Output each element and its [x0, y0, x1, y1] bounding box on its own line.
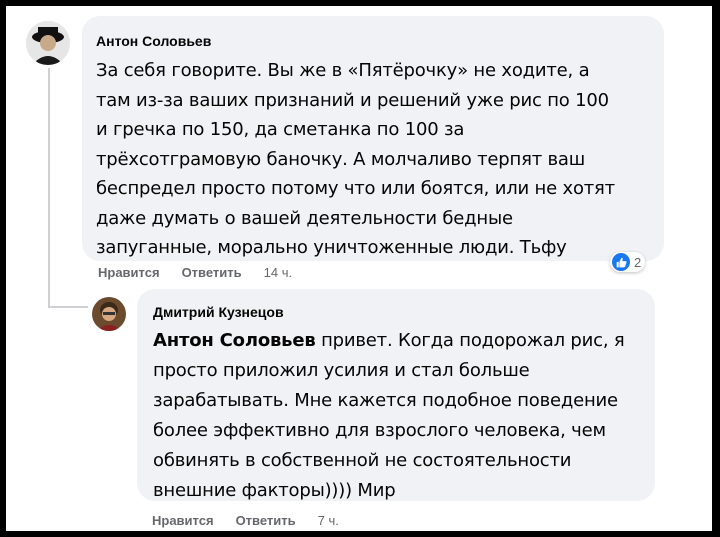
comment-line-rest: привет. Когда подорожал рис, я: [315, 330, 625, 351]
comment-line: запуганные, морально уничтоженные люди. …: [96, 237, 567, 258]
comment-line: и гречка по 150, да сметанка по 100 за: [96, 119, 465, 140]
comment-text: За себя говорите. Вы же в «Пятёрочку» не…: [96, 56, 662, 263]
like-reaction-icon: [612, 253, 630, 271]
reply-connector: [48, 306, 88, 308]
comment-line: За себя говорите. Вы же в «Пятёрочку» не…: [96, 60, 590, 81]
comment-timestamp[interactable]: 7 ч.: [318, 513, 339, 528]
comment-author[interactable]: Антон Соловьев: [96, 33, 211, 49]
reaction-count: 2: [634, 254, 642, 270]
like-button[interactable]: Нравится: [152, 513, 214, 528]
comment-timestamp[interactable]: 14 ч.: [264, 265, 292, 280]
comment-thread: Антон Соловьев За себя говорите. Вы же в…: [6, 6, 712, 531]
reply-button[interactable]: Ответить: [182, 265, 242, 280]
comment-author[interactable]: Дмитрий Кузнецов: [153, 304, 284, 320]
comment-line: беспредел просто потому что или боятся, …: [96, 178, 615, 199]
comment-text: Антон Соловьев привет. Когда подорожал р…: [153, 326, 653, 506]
mention-link[interactable]: Антон Соловьев: [153, 330, 316, 351]
comment-line: обвинять в собственной не состоятельност…: [153, 450, 572, 471]
reaction-summary[interactable]: 2: [610, 252, 646, 272]
avatar[interactable]: [92, 297, 126, 331]
reply-button[interactable]: Ответить: [236, 513, 296, 528]
avatar-image-icon: [26, 21, 70, 65]
comment-actions: Нравится Ответить 14 ч.: [98, 265, 314, 280]
reply-bubble: Дмитрий Кузнецов Антон Соловьев привет. …: [137, 289, 655, 501]
comment-line: просто приложил усилия и стал больше: [153, 360, 530, 381]
comment-line: более эффективно для взрослого человека,…: [153, 420, 606, 441]
avatar-image-icon: [92, 297, 126, 331]
comment-bubble: Антон Соловьев За себя говорите. Вы же в…: [82, 16, 664, 261]
avatar[interactable]: [26, 21, 70, 65]
comment-line: даже думать о вашей деятельности бедные: [96, 207, 513, 229]
comment-line: трёхсотграмовую баночку. А молчаливо тер…: [96, 148, 586, 170]
comment-line: Антон Соловьев привет. Когда подорожал р…: [153, 326, 653, 356]
comment-line: там из-за ваших признаний и решений уже …: [96, 89, 609, 111]
thread-connector: [48, 68, 50, 308]
like-button[interactable]: Нравится: [98, 265, 160, 280]
comment-line: зарабатывать. Мне кажется подобное повед…: [153, 390, 618, 411]
comment-actions: Нравится Ответить 7 ч.: [152, 513, 361, 528]
comment-line: внешние факторы)))) Мир: [153, 480, 396, 501]
